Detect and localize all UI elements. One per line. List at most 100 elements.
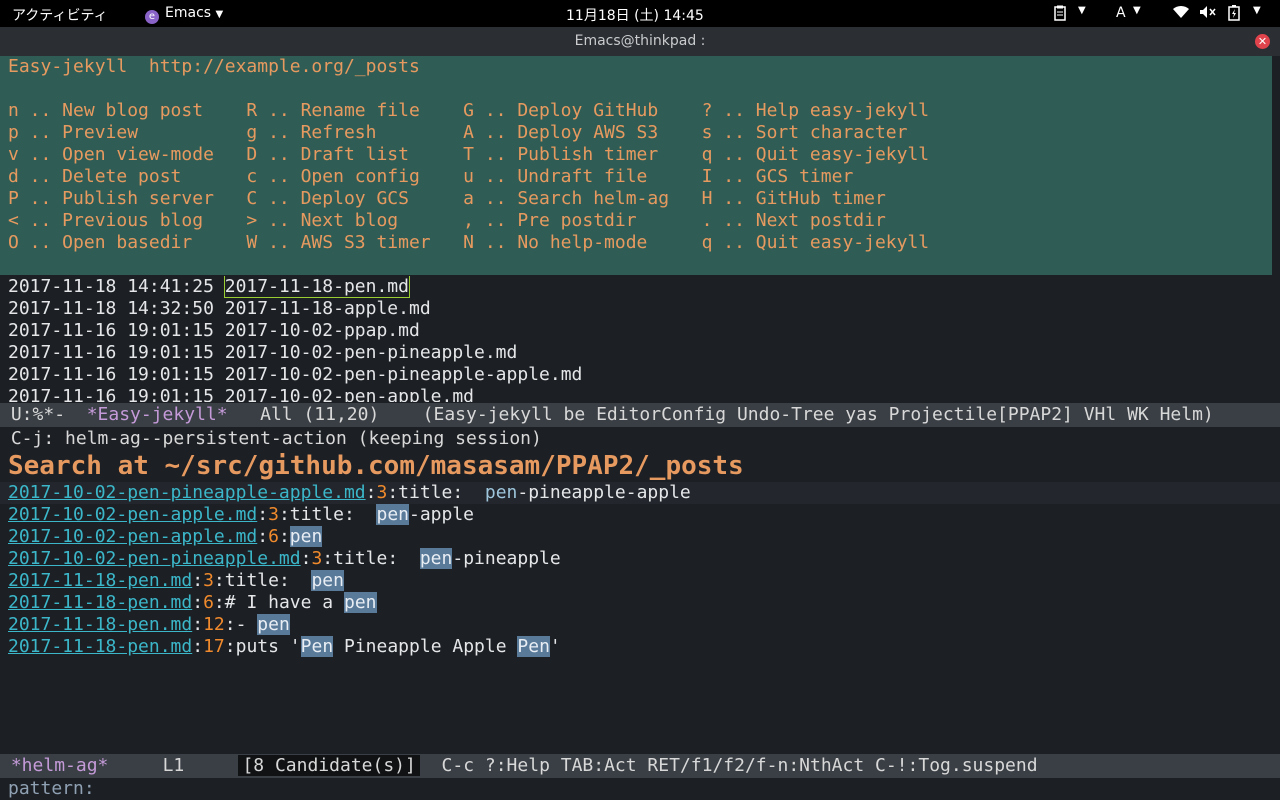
result-pre: title: [289,504,377,525]
menu-row: O .. Open basedir W .. AWS S3 timer N ..… [8,232,930,253]
buffer-name[interactable]: *Easy-jekyll* [87,404,228,425]
menu-row: < .. Previous blog > .. Next blog , .. P… [8,210,886,231]
post-file: 2017-11-18-apple.md [224,298,431,319]
list-item[interactable]: 2017-11-16 19:01:15 2017-10-02-pen-apple… [8,386,474,402]
easy-jekyll-header: Easy-jekyll http://example.org/_posts [8,56,420,77]
chevron-down-icon[interactable]: ▼ [1253,5,1261,16]
result-line: 6 [203,592,214,613]
result-post: -pineapple-apple [517,482,691,503]
result-pre: - [235,614,258,635]
helm-results: 2017-10-02-pen-pineapple-apple.md:3:titl… [0,482,1280,752]
list-item[interactable]: 2017-11-18 14:41:25 2017-11-18-pen.md [8,276,410,298]
list-item[interactable]: 2017-11-16 19:01:15 2017-10-02-pen-pinea… [8,342,517,364]
post-file: 2017-11-18-pen.md [223,276,410,298]
emacs-icon: e [145,10,159,24]
result-match: pen [289,526,323,547]
minibuffer-prompt[interactable]: pattern: [8,778,95,800]
chevron-down-icon: ▼ [215,9,224,20]
table-row[interactable]: 2017-11-18-pen.md:6:# I have a pen [8,592,377,614]
clock[interactable]: 11月18日 (土) 14:45 [566,5,704,25]
helm-buffer-name[interactable]: *helm-ag* [11,755,109,776]
list-item[interactable]: 2017-11-16 19:01:15 2017-10-02-ppap.md [8,320,420,342]
window-title-bar[interactable]: Emacs@thinkpad : ✕ [0,27,1280,56]
activities-button[interactable]: アクティビティ [12,5,108,25]
wifi-icon[interactable] [1172,5,1190,23]
result-match: pen [484,482,518,503]
table-row[interactable]: 2017-10-02-pen-apple.md:6:pen [8,526,323,548]
menu-row: n .. New blog post R .. Rename file G ..… [8,100,930,121]
result-line: 12 [203,614,225,635]
minor-modes[interactable]: (Easy-jekyll be EditorConfig Undo-Tree y… [423,404,1214,425]
result-file[interactable]: 2017-11-18-pen.md [8,614,192,635]
helm-line-indicator: L1 [162,755,185,776]
result-file[interactable]: 2017-11-18-pen.md [8,570,192,591]
input-method-indicator[interactable]: A [1116,5,1126,21]
post-date: 2017-11-16 19:01:15 [8,364,214,385]
post-date: 2017-11-18 14:41:25 [8,276,214,297]
post-file: 2017-10-02-pen-pineapple.md [224,342,518,363]
result-file[interactable]: 2017-10-02-pen-pineapple.md [8,548,301,569]
result-line: 17 [203,636,225,657]
close-icon[interactable]: ✕ [1255,34,1270,49]
echo-message: C-j: helm-ag--persistent-action (keeping… [10,428,542,449]
chevron-down-icon[interactable]: ▼ [1078,5,1086,16]
table-row[interactable]: 2017-10-02-pen-pineapple-apple.md:3:titl… [8,482,691,504]
table-row[interactable]: 2017-11-18-pen.md:3:title: pen [8,570,344,592]
post-file: 2017-10-02-pen-apple.md [224,386,474,402]
helm-mode-line[interactable]: *helm-ag* L1 [8 Candidate(s)] C-c ?:Help… [0,754,1280,778]
result-file[interactable]: 2017-11-18-pen.md [8,636,192,657]
table-row[interactable]: 2017-10-02-pen-apple.md:3:title: pen-app… [8,504,474,526]
buffer-position: All (11,20) [227,404,423,425]
menu-row: v .. Open view-mode D .. Draft list T ..… [8,144,930,165]
result-mid: Pineapple Apple [333,636,518,657]
post-date: 2017-11-16 19:01:15 [8,320,214,341]
system-top-bar: アクティビティ e Emacs ▼ 11月18日 (土) 14:45 ▼ A ▼ … [0,0,1280,27]
result-pre: puts ' [235,636,301,657]
table-row[interactable]: 2017-10-02-pen-pineapple.md:3:title: pen… [8,548,561,570]
result-file[interactable]: 2017-10-02-pen-apple.md [8,526,257,547]
battery-icon[interactable] [1228,5,1240,25]
result-pre: title: [398,482,485,503]
menu-row: p .. Preview g .. Refresh A .. Deploy AW… [8,122,908,143]
app-menu-button[interactable]: e Emacs ▼ [145,5,223,24]
result-file[interactable]: 2017-11-18-pen.md [8,592,192,613]
result-match: pen [376,504,409,525]
result-file[interactable]: 2017-10-02-pen-apple.md [8,504,257,525]
mode-line[interactable]: U:%*- *Easy-jekyll* All (11,20) (Easy-je… [0,403,1280,427]
chevron-down-icon[interactable]: ▼ [1133,5,1141,16]
result-post: -apple [409,504,475,525]
list-item[interactable]: 2017-11-18 14:32:50 2017-11-18-apple.md [8,298,431,320]
volume-muted-icon[interactable] [1199,5,1217,23]
result-post: -pineapple [452,548,561,569]
helm-source-header: Search at ~/src/github.com/masasam/PPAP2… [8,451,744,481]
post-list: 2017-11-18 14:41:25 2017-11-18-pen.md 20… [0,276,1280,402]
easy-jekyll-help-menu: Easy-jekyll http://example.org/_posts n … [0,56,1272,275]
result-pre: title: [333,548,420,569]
result-match-2: Pen [517,636,550,657]
clipboard-icon[interactable] [1053,5,1067,25]
table-row[interactable]: 2017-11-18-pen.md:17:puts 'Pen Pineapple… [8,636,561,658]
list-item[interactable]: 2017-11-16 19:01:15 2017-10-02-pen-pinea… [8,364,582,386]
result-line: 6 [268,526,279,547]
result-line: 3 [203,570,214,591]
helm-key-help: C-c ?:Help TAB:Act RET/f1/f2/f-n:NthAct … [441,755,1038,776]
app-menu-label: Emacs [165,5,212,21]
post-date: 2017-11-18 14:32:50 [8,298,214,319]
result-match: pen [419,548,453,569]
result-pre: title: [224,570,312,591]
candidate-count: [8 Candidate(s)] [238,755,420,776]
table-row[interactable]: 2017-11-18-pen.md:12:- pen [8,614,290,636]
post-file: 2017-10-02-pen-pineapple-apple.md [224,364,583,385]
result-file[interactable]: 2017-10-02-pen-pineapple-apple.md [8,482,366,503]
menu-row: P .. Publish server C .. Deploy GCS a ..… [8,188,886,209]
result-match: pen [257,614,290,635]
result-line: 3 [311,548,323,569]
post-date: 2017-11-16 19:01:15 [8,342,214,363]
post-file: 2017-10-02-ppap.md [224,320,420,341]
result-line: 3 [268,504,279,525]
result-post: ' [549,636,561,657]
echo-area: C-j: helm-ag--persistent-action (keeping… [0,427,1280,451]
result-pre: # I have a [224,592,344,613]
result-line: 3 [376,482,388,503]
buffer-status: U:%*- [10,404,87,425]
